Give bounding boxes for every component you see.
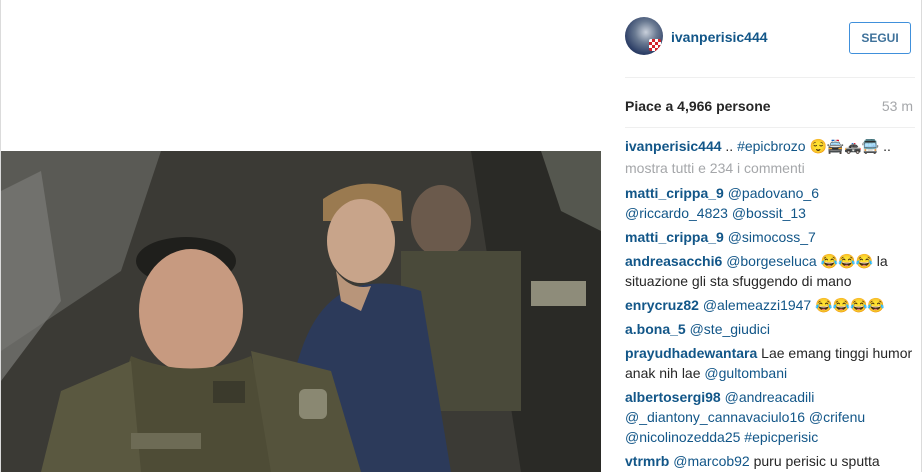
header-divider	[625, 77, 915, 78]
comment-text: puru perisic u sputta	[749, 453, 880, 469]
comment-item: enrycruz82 @alemeazzi1947 😂😂😂😂	[625, 295, 915, 315]
comment-mention[interactable]: @alemeazzi1947	[703, 297, 811, 313]
stats-divider	[625, 127, 915, 128]
comment-container: matti_crippa_9 @padovano_6 @riccardo_482…	[625, 183, 915, 471]
comment-mention[interactable]: @ste_giudici	[690, 321, 770, 337]
comment-mention[interactable]: #epicperisic	[744, 429, 818, 445]
comment-mention[interactable]: @crifenu	[809, 409, 865, 425]
comment-mention[interactable]: @marcob92	[673, 453, 749, 469]
comment-item: a.bona_5 @ste_giudici	[625, 319, 915, 339]
comment-author[interactable]: a.bona_5	[625, 321, 686, 337]
comments-list: ivanperisic444 .. #epicbrozo 😌🚔🚓🚍 .. mos…	[625, 136, 915, 472]
photo-area	[1, 0, 601, 472]
comment-mention[interactable]: @andreacadili	[725, 389, 815, 405]
post-header: ivanperisic444 SEGUI	[625, 17, 913, 59]
caption-text: ..	[721, 138, 738, 154]
comment-item: prayudhadewantara Lae emang tinggi humor…	[625, 343, 915, 383]
comment-mention[interactable]: @bossit_13	[732, 205, 806, 221]
comment-item: andreasacchi6 @borgeseluca 😂😂😂 la situaz…	[625, 251, 915, 291]
avatar[interactable]	[625, 17, 663, 55]
comment-mention[interactable]: @nicolinozedda25	[625, 429, 740, 445]
comment-item: albertosergi98 @andreacadili @_diantony_…	[625, 387, 915, 447]
comment-item: vtrmrb @marcob92 puru perisic u sputta	[625, 451, 915, 471]
follow-button[interactable]: SEGUI	[849, 22, 911, 54]
comment-mention[interactable]: @padovano_6	[728, 185, 819, 201]
comment-text: 😂😂😂😂	[811, 297, 885, 313]
comment-mention[interactable]: @_diantony_cannavaciulo16	[625, 409, 805, 425]
caption-hashtag[interactable]: #epicbrozo	[737, 138, 806, 154]
caption-author[interactable]: ivanperisic444	[625, 138, 722, 154]
post-side-panel: ivanperisic444 SEGUI Piace a 4,966 perso…	[601, 0, 922, 472]
comment-author[interactable]: vtrmrb	[625, 453, 669, 469]
comment-author[interactable]: matti_crippa_9	[625, 229, 724, 245]
comment-author[interactable]: matti_crippa_9	[625, 185, 724, 201]
comment-item: matti_crippa_9 @simocoss_7	[625, 227, 915, 247]
comment-author[interactable]: enrycruz82	[625, 297, 699, 313]
comment-item: matti_crippa_9 @padovano_6 @riccardo_482…	[625, 183, 915, 223]
comment-mention[interactable]: @simocoss_7	[728, 229, 816, 245]
post-time[interactable]: 53 m	[882, 98, 913, 114]
comment-author[interactable]: andreasacchi6	[625, 253, 722, 269]
likes-count[interactable]: Piace a 4,966 persone	[625, 98, 771, 114]
show-all-comments-link[interactable]: mostra tutti e 234 i commenti	[625, 158, 915, 178]
post-stats: Piace a 4,966 persone 53 m	[625, 98, 913, 116]
comment-mention[interactable]: @riccardo_4823	[625, 205, 728, 221]
username-link[interactable]: ivanperisic444	[671, 29, 768, 45]
caption-emoji: 😌🚔🚓🚍 ..	[805, 138, 891, 154]
post-photo[interactable]	[1, 151, 601, 472]
comment-mention[interactable]: @borgeseluca	[726, 253, 817, 269]
comment-author[interactable]: albertosergi98	[625, 389, 721, 405]
photo-illustration	[1, 151, 601, 472]
caption: ivanperisic444 .. #epicbrozo 😌🚔🚓🚍 ..	[625, 136, 915, 156]
croatia-flag-icon	[649, 39, 661, 51]
comment-mention[interactable]: @gultombani	[704, 365, 787, 381]
comment-author[interactable]: prayudhadewantara	[625, 345, 757, 361]
